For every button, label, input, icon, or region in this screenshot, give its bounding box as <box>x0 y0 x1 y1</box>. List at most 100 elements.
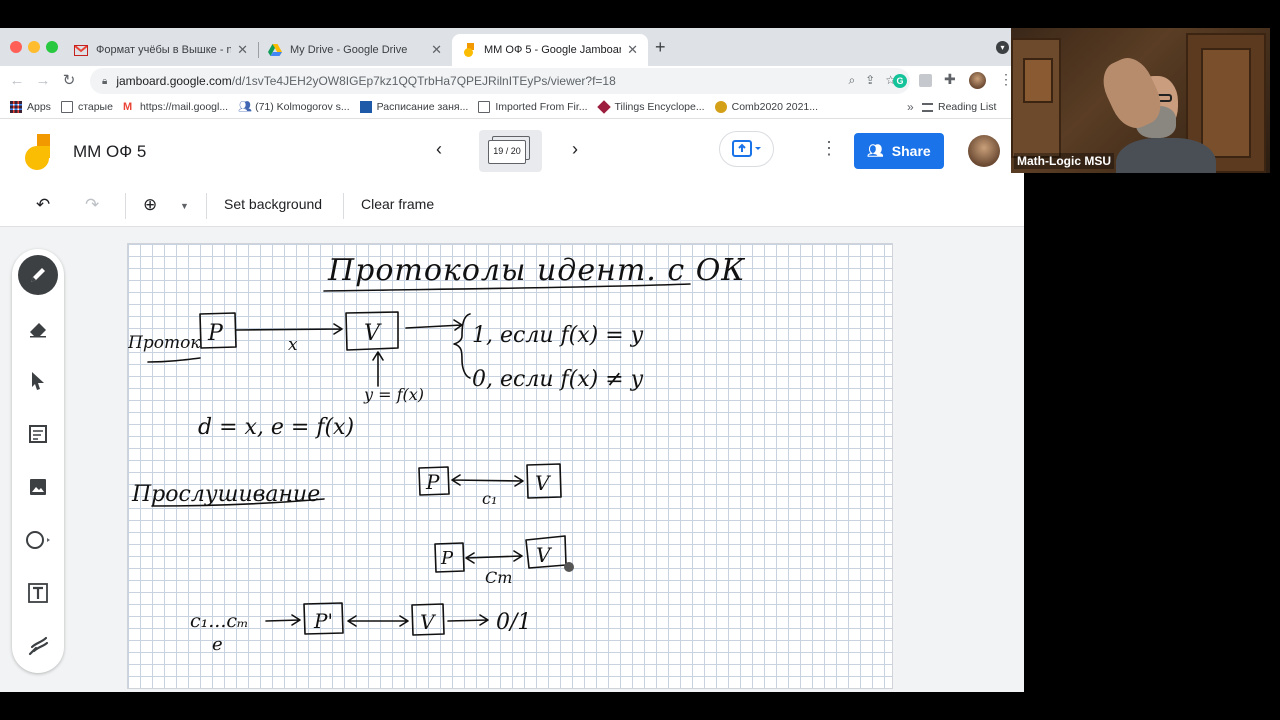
browser-window: Формат учёбы в Вышке - niko ✕ My Drive -… <box>0 28 1024 692</box>
minimize-window-button[interactable] <box>28 41 40 53</box>
image-icon <box>30 479 46 495</box>
select-tool[interactable] <box>18 361 58 401</box>
eraser-icon <box>30 323 46 338</box>
circle-icon <box>26 531 50 549</box>
bookmark-apps[interactable]: Apps <box>10 101 51 113</box>
present-icon <box>731 140 761 157</box>
work-area: Протоколы идент. с ОК Проток P x V 1, ес… <box>0 227 1024 692</box>
bookmarks-bar: Apps старые M https://mail.googl... 👥︎ (… <box>0 96 1024 118</box>
profile-icon[interactable] <box>969 72 986 89</box>
account-avatar[interactable] <box>968 135 1000 167</box>
set-background-button[interactable]: Set background <box>224 196 322 212</box>
case-zero: 0, если f(x) ≠ y <box>472 367 644 392</box>
text-box-tool[interactable] <box>18 573 58 613</box>
bookmark-imported[interactable]: Imported From Fir... <box>478 101 588 113</box>
eraser-tool[interactable] <box>18 309 58 349</box>
close-tab-icon[interactable]: ✕ <box>431 42 442 58</box>
tab-jamboard[interactable]: ММ ОФ 5 - Google Jamboard ✕ <box>452 34 648 66</box>
bottom-P: P' <box>313 609 333 633</box>
sticky-note-icon <box>29 425 47 443</box>
toolbar: ↶ ↷ ⊕ ▼ Set background Clear frame <box>0 183 1024 227</box>
bookmark-comb2020[interactable]: Comb2020 2021... <box>714 101 818 113</box>
extension-icon[interactable] <box>919 74 932 87</box>
share-page-icon[interactable]: ⇪ <box>865 73 875 88</box>
nav-bar: ← → ↻ 🔒︎ jamboard.google.com/d/1svTe4JEH… <box>0 66 1024 96</box>
shape-tool[interactable] <box>18 520 58 560</box>
frame-bar-toggle[interactable]: 19 / 20 <box>479 130 542 172</box>
jam-canvas[interactable]: Протоколы идент. с ОК Проток P x V 1, ес… <box>127 243 893 689</box>
y-equation: y = f(x) <box>363 385 424 404</box>
bookmark-schedule[interactable]: Расписание заня... <box>359 101 468 113</box>
redo-icon[interactable]: ↷ <box>85 195 99 215</box>
forward-icon[interactable]: → <box>30 72 56 89</box>
close-tab-icon[interactable]: ✕ <box>237 42 248 58</box>
folder-icon <box>478 101 491 113</box>
tab-title: ММ ОФ 5 - Google Jamboard <box>484 44 622 56</box>
protocol-label: Проток <box>128 333 201 353</box>
jamboard-logo-icon[interactable] <box>24 134 50 175</box>
share-people-icon: 👥︎ <box>867 143 884 158</box>
zoom-dropdown-icon[interactable]: ▼ <box>180 201 189 211</box>
speaker-body <box>1116 138 1216 173</box>
case-one: 1, если f(x) = y <box>472 323 644 348</box>
bookmarks-overflow-icon[interactable]: » <box>907 100 914 114</box>
next-frame-icon[interactable]: › <box>572 139 578 160</box>
undo-icon[interactable]: ↶ <box>36 195 50 215</box>
bookmark-tilings[interactable]: Tilings Encyclope... <box>596 100 705 114</box>
tab-strip: Формат учёбы в Вышке - niko ✕ My Drive -… <box>0 28 1024 66</box>
laser-icon <box>28 636 49 656</box>
board-title: Протоколы идент. с ОК <box>327 253 746 288</box>
verifier-V: V <box>364 321 382 346</box>
zoom-icon[interactable]: ⌕ <box>848 73 855 88</box>
puzzle-icon[interactable]: ✚ <box>944 71 956 88</box>
tab-title: My Drive - Google Drive <box>290 44 408 56</box>
back-icon[interactable]: ← <box>4 72 30 89</box>
bottom-c-sequence: c₁...cₘ <box>190 610 249 632</box>
schedule-icon <box>359 101 372 113</box>
jamboard-icon <box>462 43 476 57</box>
grammarly-icon[interactable]: G <box>893 74 907 88</box>
cursor-icon <box>32 372 44 390</box>
more-options-icon[interactable]: ⋮ <box>820 138 838 159</box>
tab-drive[interactable]: My Drive - Google Drive ✕ <box>258 34 452 66</box>
bookmark-folder-old[interactable]: старые <box>60 101 113 113</box>
mid-P1: P <box>425 470 440 494</box>
zoom-in-icon[interactable]: ⊕ <box>143 195 157 215</box>
app-bar: ММ ОФ 5 ‹ 19 / 20 › ⋮ 👥︎ Share <box>0 119 1024 183</box>
tab-gmail[interactable]: Формат учёбы в Вышке - niko ✕ <box>64 34 258 66</box>
bottom-output: 0/1 <box>496 610 531 635</box>
comb-icon <box>714 101 727 113</box>
close-tab-icon[interactable]: ✕ <box>627 42 638 58</box>
video-participant-name: Math-Logic MSU <box>1014 153 1114 169</box>
image-tool[interactable] <box>18 467 58 507</box>
reading-list[interactable]: Reading List <box>922 101 996 113</box>
tab-search-icon[interactable]: ▾ <box>996 41 1009 54</box>
reading-list-icon <box>922 102 933 112</box>
new-tab-icon[interactable]: + <box>655 37 666 58</box>
share-button[interactable]: 👥︎ Share <box>854 133 944 169</box>
doc-title[interactable]: ММ ОФ 5 <box>73 142 146 162</box>
address-bar[interactable]: 🔒︎ jamboard.google.com/d/1svTe4JEH2yOW8I… <box>90 68 910 94</box>
sticky-note-tool[interactable] <box>18 414 58 454</box>
pen-cursor-dot <box>564 562 574 572</box>
present-button[interactable] <box>719 131 774 167</box>
bookmark-kolmogorov[interactable]: 👥︎ (71) Kolmogorov s... <box>238 101 350 113</box>
bookshelf <box>1023 58 1053 103</box>
zoom-window-button[interactable] <box>46 41 58 53</box>
url-host: jamboard.google.com <box>116 74 232 88</box>
reload-icon[interactable]: ↻ <box>56 71 82 89</box>
previous-frame-icon[interactable]: ‹ <box>436 139 442 160</box>
clear-frame-button[interactable]: Clear frame <box>361 196 434 212</box>
pen-tool[interactable] <box>18 255 58 295</box>
drive-icon <box>268 43 282 57</box>
bookmark-mail[interactable]: M https://mail.googl... <box>123 101 228 113</box>
tab-title: Формат учёбы в Вышке - niko <box>96 44 232 56</box>
frame-counter: 19 / 20 <box>488 140 526 164</box>
close-window-button[interactable] <box>10 41 22 53</box>
url-path: /d/1svTe4JEH2yOW8IGEp7kz1QQTrbHa7QPEJRil… <box>231 74 616 88</box>
text-box-icon <box>28 583 48 603</box>
bottom-e: e <box>212 634 223 655</box>
handwriting-layer: Протоколы идент. с ОК Проток P x V 1, ес… <box>128 253 746 655</box>
arrow-label-x: x <box>288 335 298 355</box>
laser-tool[interactable] <box>18 626 58 666</box>
